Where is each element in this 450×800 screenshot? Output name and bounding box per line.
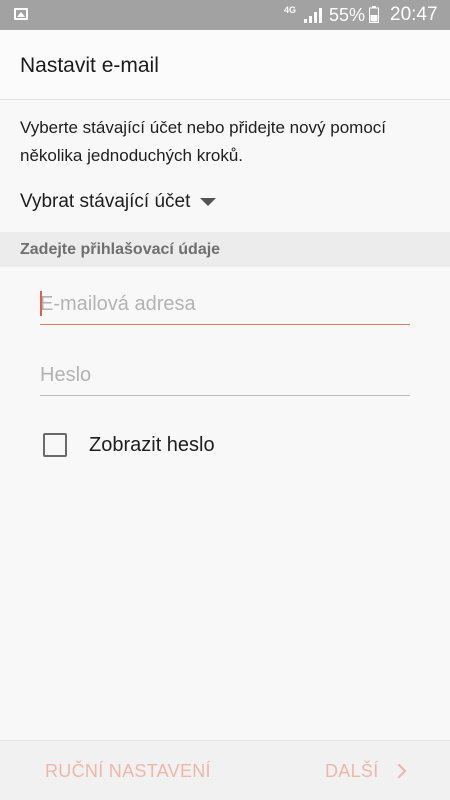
chevron-right-icon — [397, 763, 406, 779]
battery-icon — [369, 6, 379, 23]
manual-setup-button[interactable]: RUČNÍ NASTAVENÍ — [45, 760, 211, 782]
next-button[interactable]: DALŠÍ — [325, 760, 407, 782]
email-field[interactable] — [40, 285, 410, 325]
next-label: DALŠÍ — [325, 761, 379, 781]
dropdown-arrow-icon — [200, 198, 217, 206]
gallery-icon — [14, 8, 28, 20]
show-password-checkbox[interactable] — [43, 433, 67, 457]
page-title: Nastavit e-mail — [20, 54, 159, 77]
credentials-section-header: Zadejte přihlašovací údaje — [0, 232, 450, 267]
status-bar: 4G 55% 20:47 — [0, 0, 450, 30]
clock: 20:47 — [390, 4, 438, 25]
battery-percent: 55% — [329, 5, 366, 25]
description-text: Vyberte stávající účet nebo přidejte nov… — [20, 118, 387, 165]
text-cursor — [40, 291, 42, 316]
existing-account-label: Vybrat stávající účet — [20, 191, 191, 212]
section-title: Zadejte přihlašovací údaje — [20, 241, 221, 258]
title-bar: Nastavit e-mail — [0, 30, 450, 100]
password-field[interactable] — [40, 356, 410, 396]
signal-icon — [304, 8, 322, 23]
bottom-action-bar: RUČNÍ NASTAVENÍ DALŠÍ — [0, 740, 450, 800]
existing-account-dropdown[interactable]: Vybrat stávající účet — [20, 188, 217, 216]
network-type-label: 4G — [284, 5, 297, 15]
show-password-label: Zobrazit heslo — [89, 434, 215, 456]
show-password-toggle[interactable]: Zobrazit heslo — [43, 432, 215, 458]
